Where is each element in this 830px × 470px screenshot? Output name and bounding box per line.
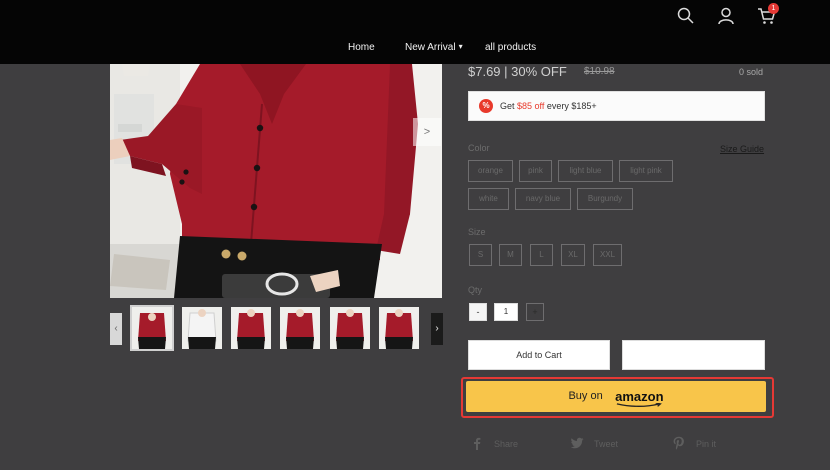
coupon-icon: % [479,99,493,113]
twitter-icon [570,437,584,449]
share-twitter[interactable]: Tweet [570,436,618,452]
size-option-l[interactable]: L [530,244,553,266]
nav-new-arrival-label: New Arrival [405,42,456,53]
color-option-light-blue[interactable]: light blue [558,160,613,182]
qty-input[interactable]: 1 [494,303,518,321]
thumbnail-4[interactable] [280,307,320,349]
share-facebook-label: Share [494,439,519,449]
thumbnail-5[interactable] [330,307,370,349]
size-option-s[interactable]: S [469,244,492,266]
chevron-down-icon: ▾ [458,42,463,51]
size-option-label: L [539,250,544,259]
color-option-label: navy blue [525,194,561,203]
amazon-logo: amazon [615,389,664,407]
pinterest-icon [673,436,684,450]
size-option-label: S [477,250,484,259]
share-pinterest[interactable]: Pin it [672,436,716,452]
size-option-m[interactable]: M [499,244,522,266]
thumbnail-3[interactable] [231,307,271,349]
buy-on-amazon-button[interactable]: Buy on amazon [466,381,766,412]
main-nav: Home New Arrival ▾ all products [0,42,830,58]
amazon-wordmark: amazon [615,389,664,404]
size-option-xl[interactable]: XL [561,244,585,266]
original-price: $10.98 [584,66,615,77]
color-option-label: pink [528,166,543,175]
color-label: Color [468,143,490,153]
nav-new-arrival[interactable]: New Arrival ▾ [405,42,463,53]
buy-on-label: Buy on [568,390,603,402]
color-option-pink[interactable]: pink [519,160,552,182]
thumbnail-2[interactable] [182,307,222,349]
size-option-xxl[interactable]: XXL [593,244,622,266]
product-main-image[interactable] [110,64,442,298]
add-to-cart-button[interactable]: Add to Cart [468,340,610,370]
color-option-burgundy[interactable]: Burgundy [577,188,633,210]
image-next-arrow[interactable]: > [413,118,441,146]
thumbnail-1[interactable] [130,305,174,351]
top-header: 1 Home New Arrival ▾ all products [0,0,830,64]
promo-amount: $85 off [517,101,545,111]
color-option-label: light blue [569,166,602,175]
promo-banner: % Get $85 off every $185+ [468,91,765,121]
color-option-label: light pink [630,166,662,175]
thumbnail-prev-button[interactable]: ‹ [110,313,122,345]
color-option-navy-blue[interactable]: navy blue [515,188,571,210]
sold-count: 0 sold [739,67,764,77]
color-option-light-pink[interactable]: light pink [619,160,673,182]
facebook-icon [474,437,481,450]
nav-all-products[interactable]: all products [485,42,536,53]
promo-suffix: every $185+ [544,101,597,111]
amazon-smile-icon [616,403,663,407]
promo-text: Get $85 off every $185+ [500,101,597,111]
color-option-label: white [479,194,498,203]
cart-count-badge: 1 [768,3,779,14]
share-pinterest-label: Pin it [696,439,717,449]
qty-increment-button[interactable]: + [526,303,544,321]
promo-prefix: Get [500,101,518,111]
nav-home[interactable]: Home [348,42,375,53]
size-option-label: M [507,250,514,259]
color-option-label: orange [478,166,503,175]
search-icon[interactable] [676,6,696,26]
size-guide-link[interactable]: Size Guide [720,144,764,154]
share-facebook[interactable]: Share [470,436,518,452]
user-icon[interactable] [716,6,736,26]
color-option-label: Burgundy [587,194,623,203]
color-option-white[interactable]: white [468,188,509,210]
thumbnail-next-button[interactable]: › [431,313,443,345]
buy-now-button[interactable] [622,340,765,370]
product-price: $7.69 | 30% OFF [468,64,567,79]
size-option-label: XL [568,250,578,259]
size-option-label: XXL [599,250,616,259]
qty-label: Qty [468,285,483,295]
size-label: Size [468,227,486,237]
qty-decrement-button[interactable]: - [469,303,487,321]
color-option-orange[interactable]: orange [468,160,513,182]
share-twitter-label: Tweet [594,439,619,449]
thumbnail-6[interactable] [379,307,419,349]
